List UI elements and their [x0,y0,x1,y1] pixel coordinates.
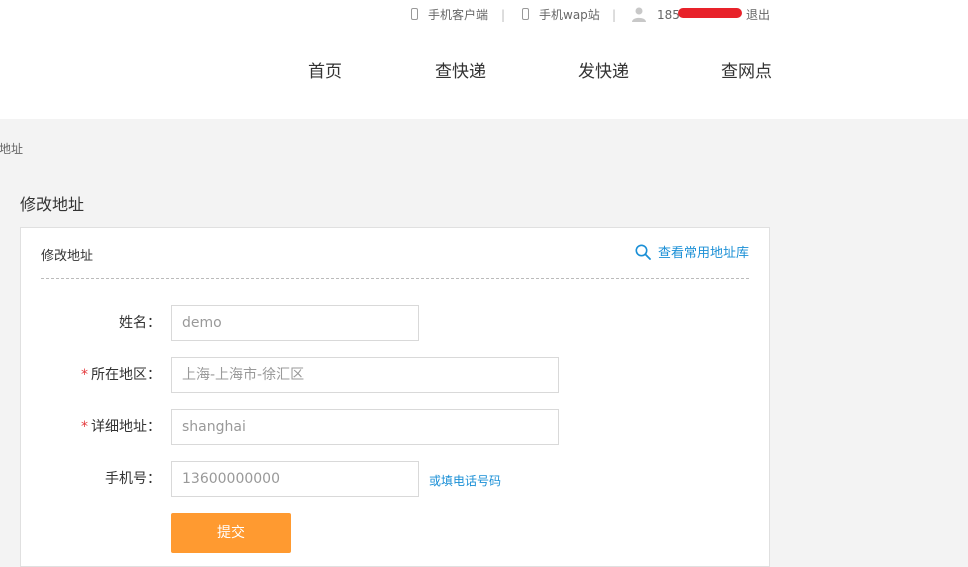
phone-input[interactable]: 13600000000 [171,461,419,497]
separator: | [612,8,617,22]
mobile-client-link[interactable]: 手机客户端 [428,6,488,24]
mobile-phone-icon [522,8,529,20]
breadcrumb: 改地址 [0,142,24,156]
page-title: 修改地址 [20,195,85,214]
mobile-wap-link[interactable]: 手机wap站 [539,6,600,24]
name-label: 姓名： [21,313,161,333]
card-title: 修改地址 [41,249,94,264]
phone-label-text: 手机号： [105,471,161,487]
user-icon [632,7,646,22]
region-select[interactable]: 上海-上海市-徐汇区 [171,357,559,393]
submit-button[interactable]: 提交 [171,513,291,553]
phone-label: 手机号： [21,469,161,489]
required-mark: * [81,419,88,435]
nav-home[interactable]: 首页 [308,60,342,84]
address-book-link-label: 查看常用地址库 [657,246,749,261]
logout-link[interactable]: 退出 [746,6,770,24]
region-label-text: 所在地区： [91,367,161,383]
region-label: * 所在地区： [21,365,161,385]
detail-address-label: * 详细地址： [21,417,161,437]
detail-address-label-text: 详细地址： [91,419,161,435]
name-input[interactable]: demo [171,305,419,341]
required-mark: * [81,367,88,383]
user-phone-number[interactable]: 185 [657,6,680,24]
separator: | [501,8,506,22]
site-header: 手机客户端 | 手机wap站 | 185 退出 首页 查快递 发快递 查网点 [0,0,968,119]
nav-track-package[interactable]: 查快递 [435,60,486,84]
detail-address-input[interactable]: shanghai [171,409,559,445]
edit-address-card: 修改地址 查看常用地址库 姓名： demo * 所在地区： 上海-上海市-徐汇区 … [20,227,770,567]
nav-send-package[interactable]: 发快递 [578,60,629,84]
nav-find-outlet[interactable]: 查网点 [721,60,772,84]
use-landline-link[interactable]: 或填电话号码 [429,472,501,489]
mobile-phone-icon [411,8,418,20]
redaction-mark [678,8,742,18]
view-address-book-link[interactable]: 查看常用地址库 [635,242,749,261]
name-label-text: 姓名： [119,315,161,331]
dashed-divider [41,278,749,279]
search-icon [635,244,651,260]
